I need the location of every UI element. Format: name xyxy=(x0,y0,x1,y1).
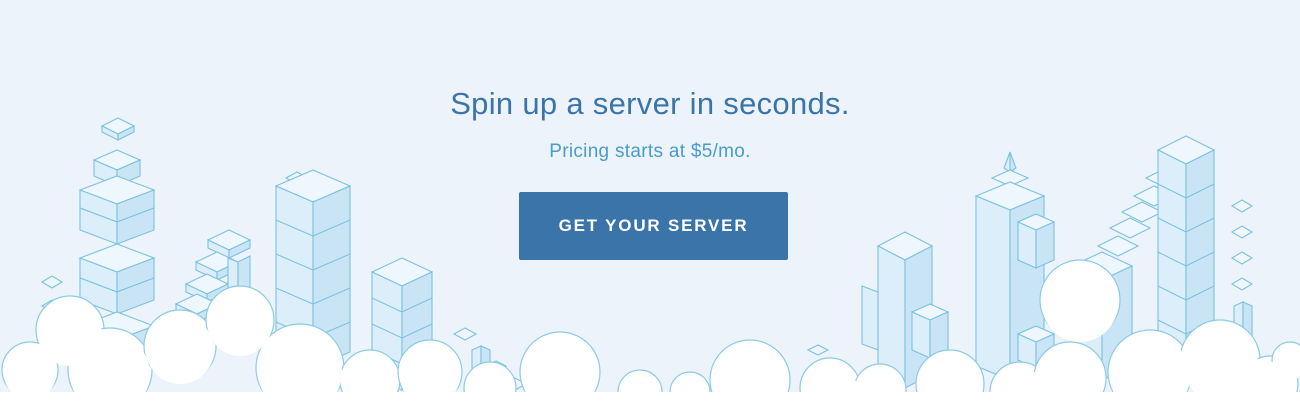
get-your-server-button[interactable]: GET YOUR SERVER xyxy=(519,192,788,260)
